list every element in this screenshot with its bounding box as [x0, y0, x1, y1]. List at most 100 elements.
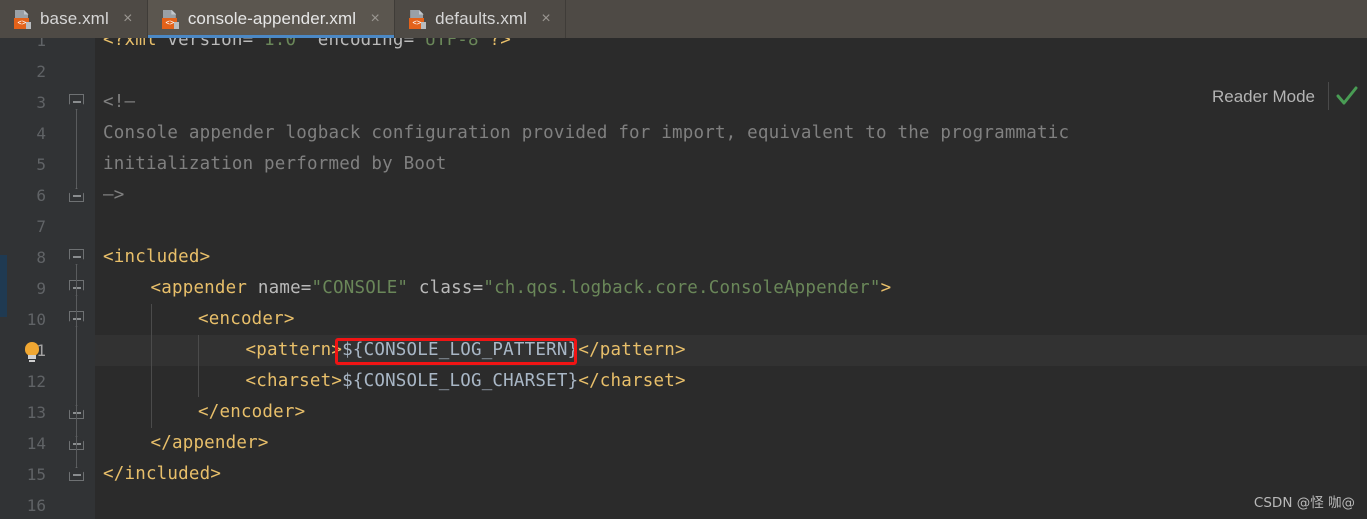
- code-token-attr: class=: [408, 278, 484, 298]
- code-token-str: "CONSOLE": [311, 278, 409, 298]
- code-token-cmt: Console appender logback configuration p…: [103, 123, 1070, 143]
- code-token-txt: ${CONSOLE_LOG_PATTERN}: [342, 340, 579, 360]
- vcs-change-strip: [0, 38, 7, 519]
- watermark-text: CSDN @怪 咖@: [1253, 495, 1355, 511]
- code-token-attr: encoding=: [307, 38, 415, 50]
- line-number: 2: [36, 62, 46, 81]
- line-number: 4: [36, 124, 46, 143]
- xml-file-icon: <>: [14, 9, 31, 29]
- code-token-tag: </appender>: [150, 433, 269, 453]
- line-number: 14: [26, 434, 46, 453]
- code-line[interactable]: Console appender logback configuration p…: [103, 118, 1069, 149]
- xml-file-icon: <>: [409, 9, 427, 29]
- xml-file-icon: <>: [161, 9, 179, 29]
- code-line[interactable]: <!—: [103, 87, 135, 118]
- gutter-line[interactable]: 14: [7, 428, 95, 459]
- editor-tab-base-xml[interactable]: <> base.xml ×: [0, 0, 148, 38]
- line-number: 10: [26, 310, 46, 329]
- gutter-line[interactable]: 13: [7, 397, 95, 428]
- code-token-tag: <pattern>: [245, 340, 343, 360]
- editor-tab-label: defaults.xml: [435, 9, 528, 28]
- editor-tab-bar: <> base.xml × <> console-appender.xml × <> defa…: [0, 0, 1367, 38]
- ide-editor-window: <> base.xml × <> console-appender.xml × <> defa…: [0, 0, 1367, 519]
- editor-tab-label: base.xml: [40, 9, 109, 28]
- gutter-line[interactable]: 6: [7, 180, 95, 211]
- fold-rail: [76, 326, 77, 405]
- code-token-tag: <?xml: [103, 38, 157, 50]
- code-content-area[interactable]: <?xml version="1.0" encoding="UTF-8"?> <!…: [95, 38, 1367, 519]
- code-token-cmt: <!—: [103, 92, 136, 112]
- gutter-line[interactable]: 10: [7, 304, 95, 335]
- code-token-str: "1.0": [253, 38, 307, 50]
- code-token-str: "UTF-8": [414, 38, 490, 50]
- code-token-attr: version=: [156, 38, 254, 50]
- code-token-tag: </charset>: [578, 371, 686, 391]
- fold-end-icon[interactable]: [69, 188, 84, 202]
- code-token-tag: </included>: [103, 464, 222, 484]
- code-token-tag: ?>: [489, 38, 511, 50]
- code-token-cmt: initialization performed by Boot: [103, 154, 447, 174]
- code-token-tag: </encoder>: [198, 402, 306, 422]
- line-number: 8: [36, 248, 46, 267]
- code-line[interactable]: <?xml version="1.0" encoding="UTF-8"?>: [103, 38, 511, 56]
- indent-guide: [150, 304, 152, 428]
- code-token-txt: ${CONSOLE_LOG_CHARSET}: [342, 371, 579, 391]
- gutter-line[interactable]: 4: [7, 118, 95, 149]
- gutter-line[interactable]: 3: [7, 87, 95, 118]
- code-line[interactable]: <encoder>: [198, 304, 295, 335]
- lightbulb-icon[interactable]: [23, 342, 41, 362]
- line-number: 3: [36, 93, 46, 112]
- line-number: 13: [26, 403, 46, 422]
- gutter-line[interactable]: 2: [7, 56, 95, 87]
- line-number: 7: [36, 217, 46, 236]
- code-token-attr: name=: [247, 278, 312, 298]
- editor-tab-label: console-appender.xml: [187, 9, 357, 28]
- close-icon[interactable]: ×: [539, 11, 553, 27]
- editor-tab-defaults-xml[interactable]: <> defaults.xml ×: [395, 0, 567, 38]
- gutter-line[interactable]: 12: [7, 366, 95, 397]
- gutter-line[interactable]: 8: [7, 242, 95, 273]
- gutter-line[interactable]: 11: [7, 335, 95, 366]
- line-number: 12: [26, 372, 46, 391]
- line-number: 5: [36, 155, 46, 174]
- gutter-line[interactable]: 16: [7, 490, 95, 519]
- fold-collapse-icon[interactable]: [69, 249, 84, 265]
- line-number: 1: [36, 38, 46, 50]
- code-token-tag: <included>: [103, 247, 211, 267]
- line-number: 9: [36, 279, 46, 298]
- code-line[interactable]: —>: [103, 180, 124, 211]
- fold-rail: [76, 109, 77, 188]
- code-token-cmt: —>: [103, 185, 125, 205]
- editor-gutter[interactable]: 12345678910111213141516: [7, 38, 95, 519]
- code-line[interactable]: </encoder>: [198, 397, 305, 428]
- gutter-line[interactable]: 5: [7, 149, 95, 180]
- code-line[interactable]: <appender name="CONSOLE" class="ch.qos.l…: [151, 273, 892, 304]
- code-token-tag: <charset>: [245, 371, 343, 391]
- line-number: 16: [26, 496, 46, 515]
- green-checkmark-icon[interactable]: [1335, 84, 1359, 108]
- gutter-line[interactable]: 1: [7, 38, 95, 56]
- code-token-tag: >: [880, 278, 892, 298]
- fold-end-icon[interactable]: [69, 467, 84, 481]
- code-editor[interactable]: 12345678910111213141516 <?xml version="1…: [0, 38, 1367, 519]
- gutter-line[interactable]: 15: [7, 459, 95, 490]
- code-line[interactable]: <included>: [103, 242, 210, 273]
- code-line[interactable]: <charset>${CONSOLE_LOG_CHARSET}</charset…: [246, 366, 686, 397]
- gutter-line[interactable]: 9: [7, 273, 95, 304]
- vcs-change-marker[interactable]: [0, 255, 7, 317]
- code-token-str: "ch.qos.logback.core.ConsoleAppender": [483, 278, 881, 298]
- close-icon[interactable]: ×: [121, 11, 135, 27]
- code-token-tag: </pattern>: [578, 340, 686, 360]
- editor-tab-console-appender-xml[interactable]: <> console-appender.xml ×: [147, 0, 396, 38]
- close-icon[interactable]: ×: [368, 11, 382, 27]
- gutter-line[interactable]: 7: [7, 211, 95, 242]
- code-line[interactable]: </appender>: [151, 428, 269, 459]
- code-line[interactable]: initialization performed by Boot: [103, 149, 447, 180]
- code-line[interactable]: </included>: [103, 459, 221, 490]
- indent-guide: [198, 335, 199, 397]
- fold-collapse-icon[interactable]: [69, 94, 84, 110]
- code-token-tag: <encoder>: [198, 309, 295, 329]
- line-number: 15: [26, 465, 46, 484]
- code-line[interactable]: <pattern>${CONSOLE_LOG_PATTERN}</pattern…: [246, 335, 686, 366]
- reader-mode-label[interactable]: Reader Mode: [1212, 84, 1315, 110]
